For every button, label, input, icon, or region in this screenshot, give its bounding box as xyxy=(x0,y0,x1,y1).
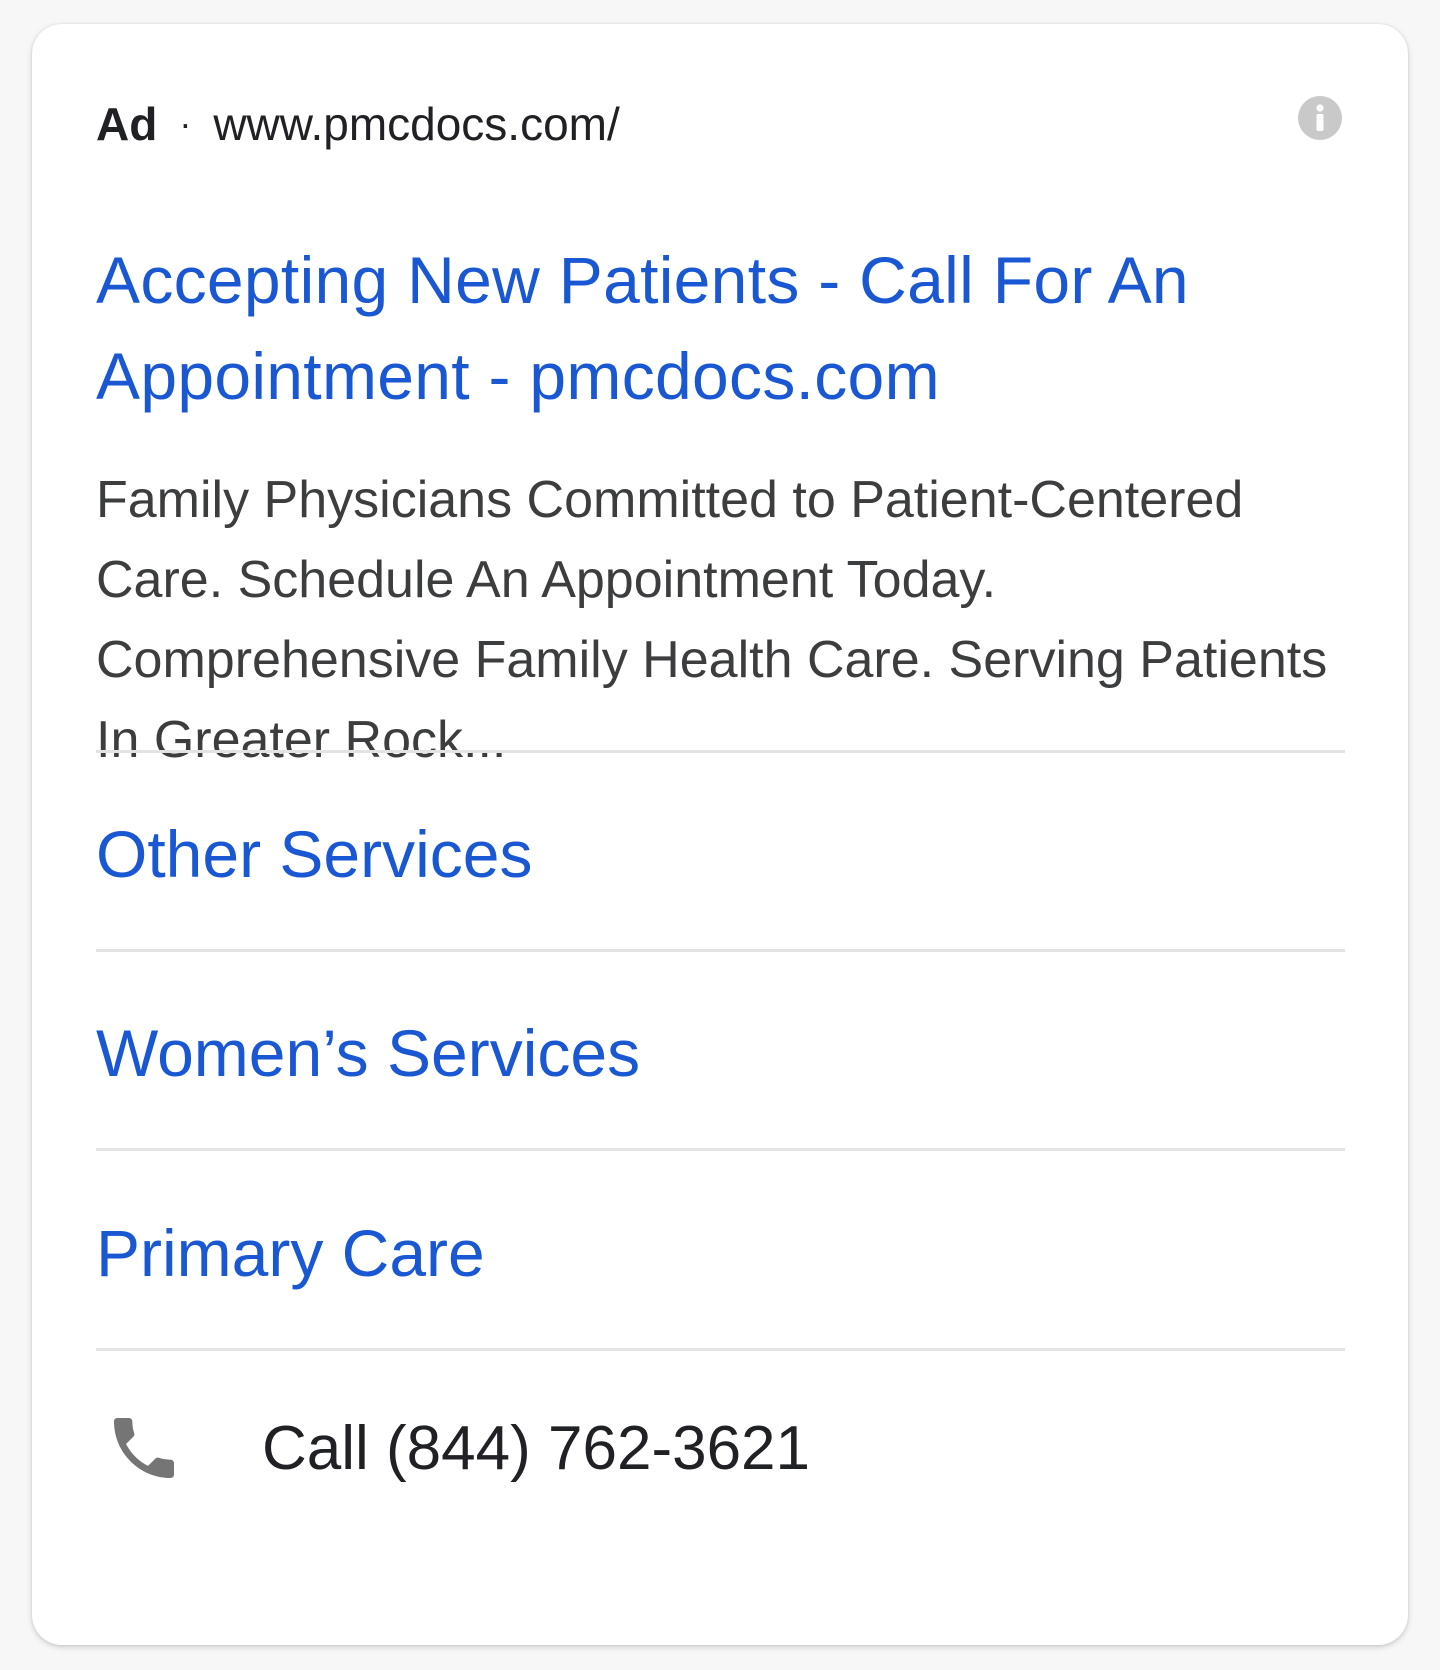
ad-headline-link[interactable]: Accepting New Patients - Call For An App… xyxy=(96,232,1336,424)
display-url[interactable]: www.pmcdocs.com/ xyxy=(213,97,619,151)
divider xyxy=(96,949,1345,952)
sitelink-womens-services[interactable]: Women’s Services xyxy=(96,993,1345,1113)
sitelink-other-services[interactable]: Other Services xyxy=(96,794,1345,914)
ad-header: Ad · www.pmcdocs.com/ xyxy=(96,88,620,160)
call-label: Call (844) 762-3621 xyxy=(262,1413,811,1483)
ad-card: Ad · www.pmcdocs.com/ Accepting New Pati… xyxy=(32,24,1408,1645)
divider xyxy=(96,1348,1345,1351)
divider xyxy=(96,750,1345,753)
sitelink-primary-care[interactable]: Primary Care xyxy=(96,1193,1345,1313)
phone-icon xyxy=(114,1418,174,1478)
info-icon[interactable] xyxy=(1296,94,1344,142)
ad-badge: Ad xyxy=(96,98,158,150)
ad-description: Family Physicians Committed to Patient-C… xyxy=(96,471,1328,769)
divider xyxy=(96,1148,1345,1151)
call-button[interactable]: Call (844) 762-3621 xyxy=(96,1388,1345,1508)
separator-dot: · xyxy=(179,103,192,144)
